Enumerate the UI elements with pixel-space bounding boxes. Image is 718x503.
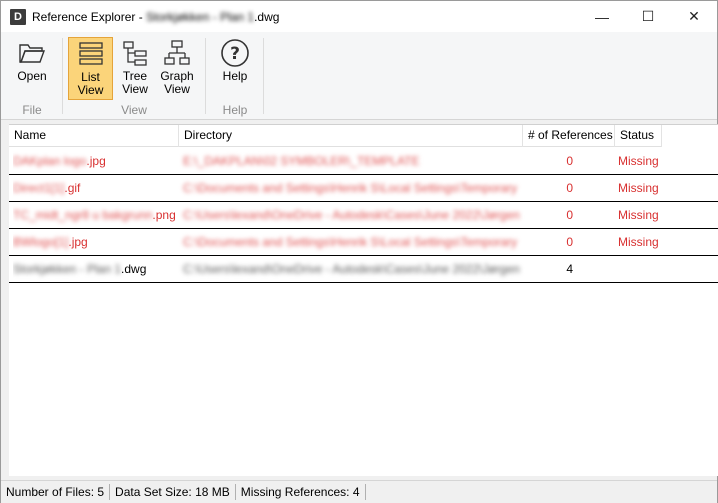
file-group: Open File	[1, 32, 63, 120]
ribbon-separator	[263, 38, 264, 114]
reference-count: 0	[566, 208, 573, 222]
file-group-label: File	[22, 103, 42, 117]
title-bar: D Reference Explorer - Storkjøkken - Pla…	[1, 1, 717, 32]
table-row[interactable]: Storkjøkken - Plan 1.dwg C:\Users\lexand…	[9, 256, 718, 283]
file-name: Direct1[1].gif	[13, 181, 81, 195]
status-text: Missing	[618, 235, 659, 249]
data-size-status: Data Set Size: 18 MB	[110, 484, 236, 500]
graph-view-button[interactable]: Graph View	[155, 37, 199, 100]
help-group: ? Help Help	[206, 32, 264, 120]
help-group-label: Help	[222, 103, 248, 117]
reference-count: 0	[566, 154, 573, 168]
view-group: List View Tree View Graph View View	[63, 32, 205, 120]
file-directory: C:\Documents and Settings\Henrik S\Local…	[183, 181, 518, 195]
file-directory: E:\_DAKPLAN\02 SYMBOLER\_TEMPLATE	[183, 154, 420, 168]
title-extension: .dwg	[254, 9, 280, 24]
maximize-button[interactable]: ☐	[625, 1, 671, 32]
help-label: Help	[222, 69, 248, 83]
svg-text:?: ?	[230, 44, 240, 64]
status-text: Missing	[618, 181, 659, 195]
reference-count: 0	[566, 235, 573, 249]
window-title: Reference Explorer - Storkjøkken - Plan …	[32, 10, 279, 24]
list-header: Name Directory # of References Status	[9, 125, 662, 147]
reference-list: Name Directory # of References Status DA…	[9, 124, 718, 476]
reference-count: 4	[566, 262, 573, 276]
list-view-button[interactable]: List View	[68, 37, 113, 100]
open-button[interactable]: Open	[9, 37, 55, 100]
title-filename-blurred: Storkjøkken - Plan 1	[146, 9, 255, 24]
reference-explorer-window: D Reference Explorer - Storkjøkken - Pla…	[0, 0, 718, 503]
column-header-name[interactable]: Name	[9, 125, 179, 147]
reference-count: 0	[566, 181, 573, 195]
table-row[interactable]: Direct1[1].gif C:\Documents and Settings…	[9, 175, 718, 202]
status-bar: Number of Files: 5 Data Set Size: 18 MB …	[1, 480, 717, 503]
file-directory: C:\Users\lexand\OneDrive - Autodesk\Case…	[183, 262, 520, 276]
status-text: Missing	[618, 208, 659, 222]
file-count-status: Number of Files: 5	[1, 484, 111, 500]
column-header-directory[interactable]: Directory	[179, 125, 523, 147]
app-icon: D	[10, 8, 26, 25]
open-label: Open	[17, 69, 47, 83]
tree-view-label2: View	[122, 82, 148, 96]
file-name: DAKplan logo.jpg	[13, 154, 106, 168]
view-group-label: View	[121, 103, 147, 117]
tree-view-icon	[119, 37, 151, 69]
missing-references-status: Missing References: 4	[236, 484, 366, 500]
graph-view-icon	[161, 37, 193, 69]
table-row[interactable]: TC_midt_ngr8 u bakgrunn.png C:\Users\lex…	[9, 202, 718, 229]
title-prefix: Reference Explorer -	[32, 9, 147, 24]
table-row[interactable]: BWlogo[1].jpg C:\Documents and Settings\…	[9, 229, 718, 256]
file-directory: C:\Users\lexand\OneDrive - Autodesk\Case…	[183, 208, 520, 222]
ribbon: Open File List View Tree View Graph View…	[1, 32, 717, 120]
status-text: Missing	[618, 154, 659, 168]
list-view-label2: View	[77, 83, 104, 97]
file-directory: C:\Documents and Settings\Henrik S\Local…	[183, 235, 518, 249]
file-name: BWlogo[1].jpg	[13, 235, 88, 249]
column-header-references[interactable]: # of References	[523, 125, 615, 147]
window-controls: — ☐ ✕	[579, 1, 717, 32]
list-view-icon	[75, 38, 107, 70]
folder-open-icon	[16, 37, 48, 69]
list-rows: DAKplan logo.jpg E:\_DAKPLAN\02 SYMBOLER…	[9, 148, 718, 283]
graph-view-label2: View	[164, 82, 190, 96]
file-name: TC_midt_ngr8 u bakgrunn.png	[13, 208, 176, 222]
minimize-button[interactable]: —	[579, 1, 625, 32]
status-text	[618, 256, 678, 282]
help-icon: ?	[219, 37, 251, 69]
help-button[interactable]: ? Help	[213, 37, 257, 100]
tree-view-button[interactable]: Tree View	[115, 37, 155, 100]
close-button[interactable]: ✕	[671, 1, 717, 32]
file-name: Storkjøkken - Plan 1.dwg	[13, 262, 147, 276]
table-row[interactable]: DAKplan logo.jpg E:\_DAKPLAN\02 SYMBOLER…	[9, 148, 718, 175]
column-header-status[interactable]: Status	[615, 125, 662, 147]
